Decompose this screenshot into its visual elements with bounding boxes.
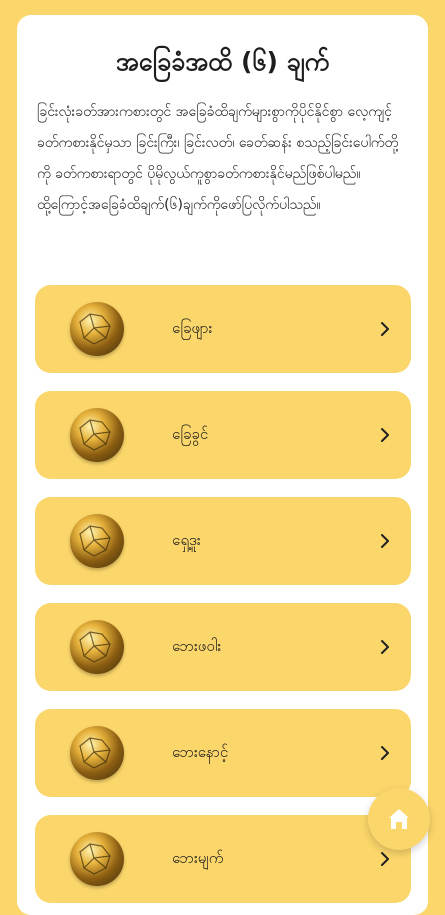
ball-icon (70, 726, 124, 780)
item-label: ဘေးနောင့် (172, 743, 229, 761)
home-button[interactable] (368, 788, 430, 850)
list-item-side-ankle[interactable]: ဘေးမျက် (35, 815, 411, 903)
chevron-right-icon (381, 534, 389, 548)
ball-icon (70, 832, 124, 886)
list-item-side-sole[interactable]: ဘေးဖဝါး (35, 603, 411, 691)
chevron-right-icon (381, 852, 389, 866)
list-item-knee[interactable]: ရှေ့ဒူး (35, 497, 411, 585)
list-item-side-heel[interactable]: ဘေးနောင့် (35, 709, 411, 797)
item-label: ခြေခွင် (172, 425, 209, 443)
intro-paragraph: ခြင်းလုံးခတ်အားကစားတွင် အခြေခံထိချက်များ… (37, 104, 399, 213)
ball-icon (70, 620, 124, 674)
item-label: ဘေးမျက် (172, 849, 224, 867)
item-label: ဘေးဖဝါး (172, 637, 222, 655)
ball-icon (70, 302, 124, 356)
page-title: အခြေခံအထိ (၆) ချက် (115, 47, 330, 76)
item-label: ရှေ့ဒူး (172, 531, 201, 549)
item-label: ခြေဖျား (172, 319, 213, 337)
ball-icon (70, 408, 124, 462)
chevron-right-icon (381, 428, 389, 442)
content-card: အခြေခံအထိ (၆) ချက် ခြင်းလုံးခတ်အားကစားတွ… (17, 15, 428, 915)
ball-icon (70, 514, 124, 568)
chevron-right-icon (381, 322, 389, 336)
chevron-right-icon (381, 746, 389, 760)
list-item-kick-tip[interactable]: ခြေဖျား (35, 285, 411, 373)
chevron-right-icon (381, 640, 389, 654)
home-icon (389, 809, 409, 829)
list-item-instep[interactable]: ခြေခွင် (35, 391, 411, 479)
